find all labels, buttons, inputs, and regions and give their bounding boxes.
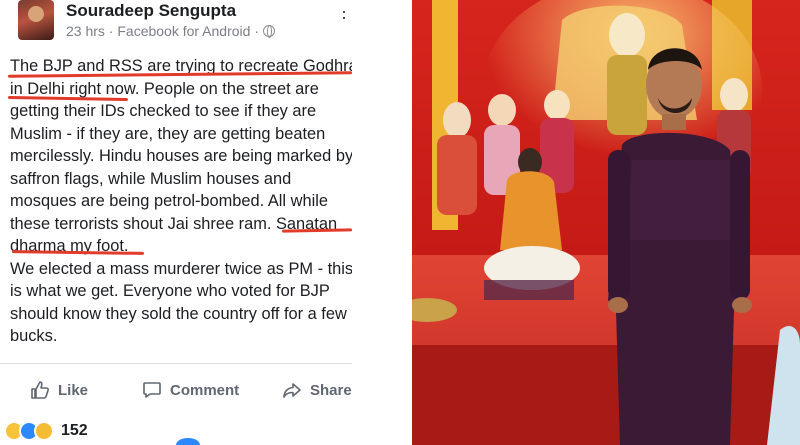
share-button[interactable]: Share xyxy=(282,372,352,408)
action-bar: Like Comment Share xyxy=(0,372,352,408)
post-line: mercilessly. Hindu houses are being mark… xyxy=(10,147,352,165)
share-icon xyxy=(283,383,301,398)
photo-illustration xyxy=(412,0,800,445)
sad-reaction-icon xyxy=(34,421,54,441)
share-label: Share xyxy=(310,381,352,399)
reaction-count: 152 xyxy=(61,422,88,439)
avatar[interactable] xyxy=(18,0,54,40)
post-line: getting their IDs checked to see if they… xyxy=(10,102,317,120)
post-meta-text[interactable]: 23 hrs · Facebook for Android · xyxy=(66,23,259,39)
post-line: We elected a mass murderer twice as PM -… xyxy=(10,259,352,278)
like-button[interactable]: Like xyxy=(30,372,88,408)
facebook-post: Souradeep Sengupta 23 hrs · Facebook for… xyxy=(0,0,352,445)
post-line: is what we get. Everyone who voted for B… xyxy=(10,282,330,300)
post-line: should know they sold the country off fo… xyxy=(10,304,347,323)
divider xyxy=(0,363,352,364)
post-line: mosques are being petrol-bombed. All whi… xyxy=(10,192,328,210)
partial-avatar xyxy=(176,438,200,445)
more-options-icon[interactable]: · · xyxy=(341,2,351,26)
globe-icon xyxy=(263,25,275,38)
post-meta: 23 hrs · Facebook for Android · xyxy=(66,23,275,39)
comment-label: Comment xyxy=(170,381,240,399)
thumbs-up-icon xyxy=(31,381,49,399)
comment-button[interactable]: Comment xyxy=(142,372,239,408)
reactions-summary[interactable]: 152 xyxy=(4,420,88,442)
post-line: dharma my foot. xyxy=(10,237,129,255)
post-line: saffron flags, while Muslim houses and xyxy=(10,169,292,188)
like-label: Like xyxy=(58,381,89,399)
comment-icon xyxy=(143,382,161,398)
author-name[interactable]: Souradeep Sengupta xyxy=(66,1,236,21)
profile-photo xyxy=(412,0,800,445)
post-line: bucks. xyxy=(10,327,58,345)
post-line: Muslim - if they are, they are getting b… xyxy=(10,124,326,143)
